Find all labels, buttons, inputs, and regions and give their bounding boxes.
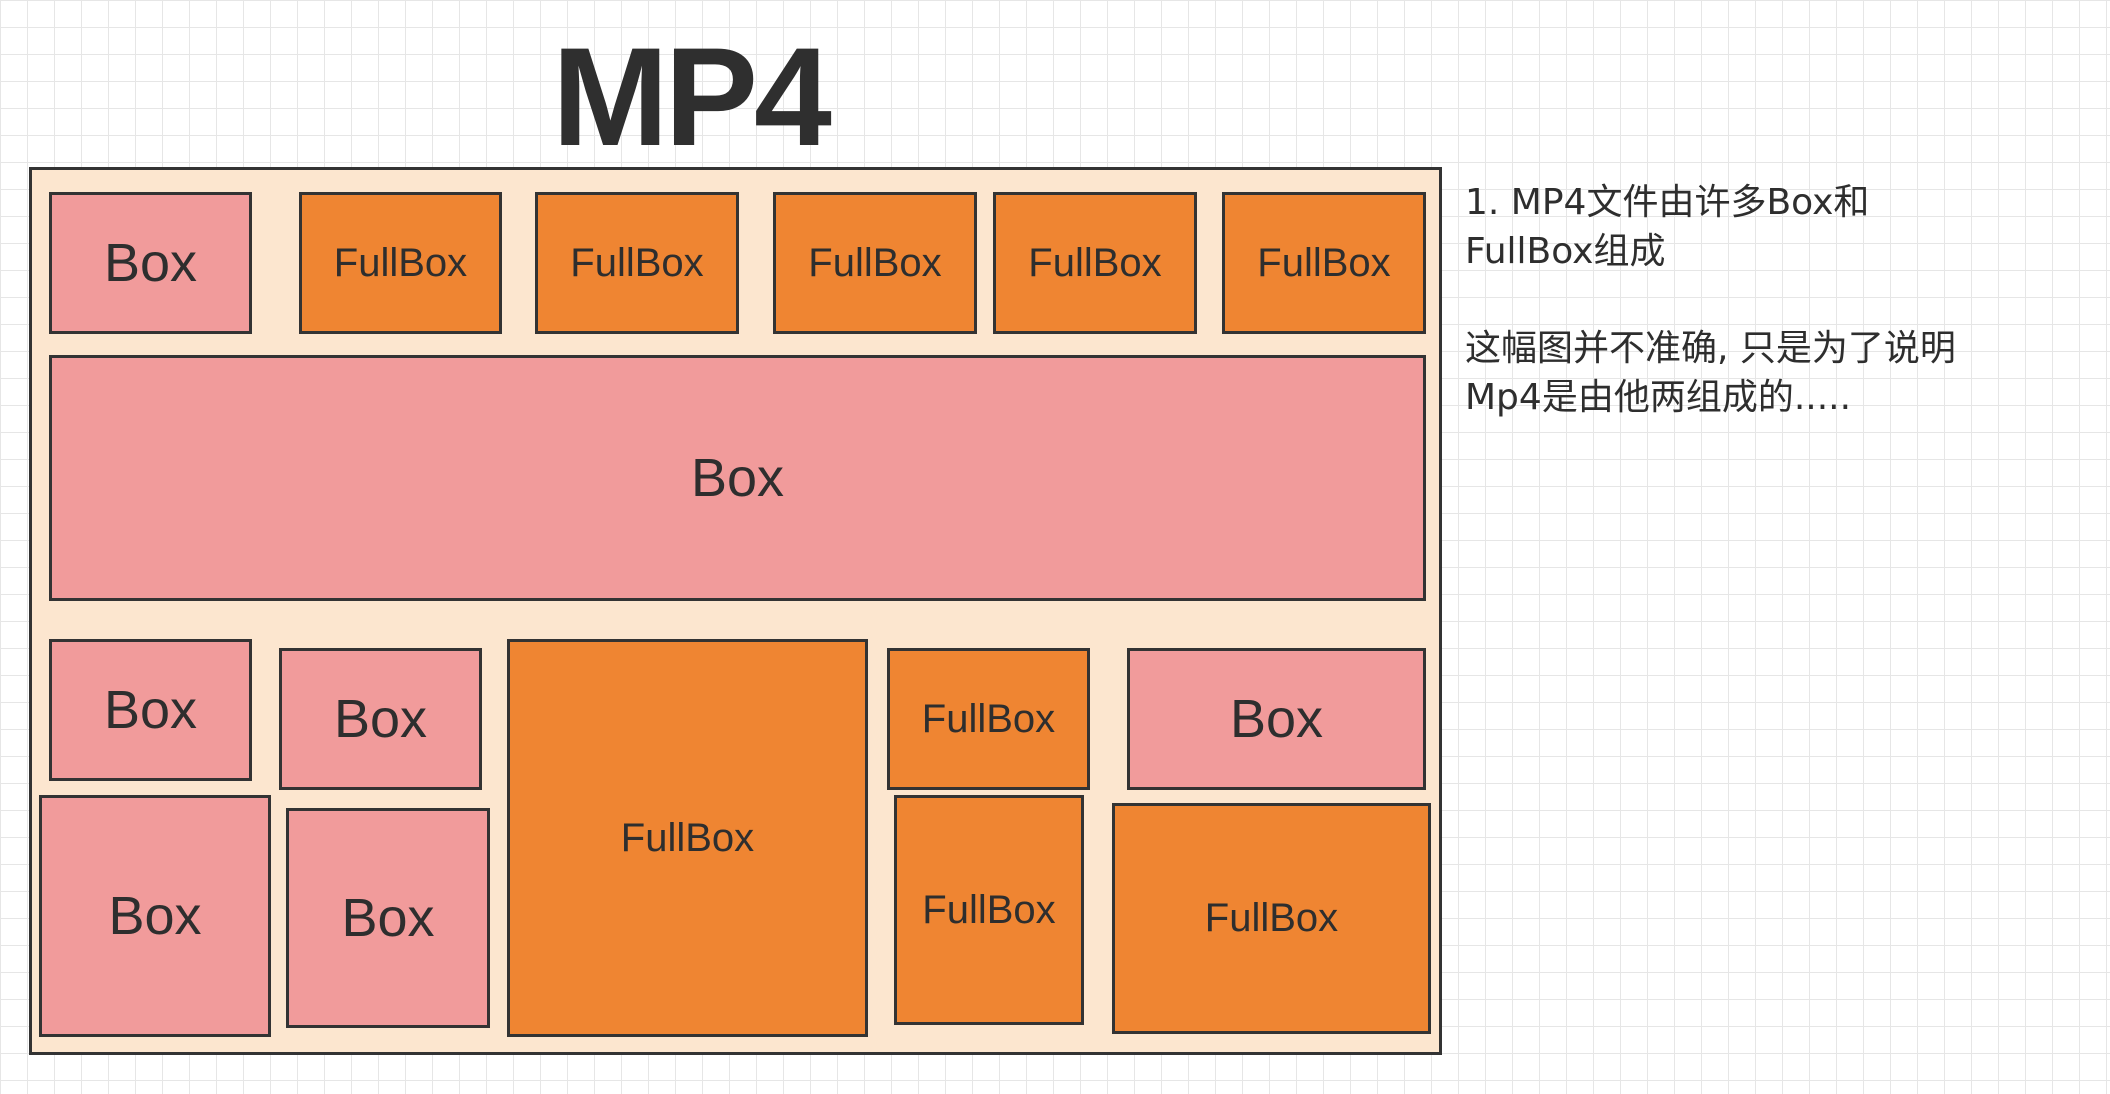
box-lower-1: Box — [49, 639, 252, 781]
note-disclaimer-line2: Mp4是由他两组成的..... — [1465, 377, 1852, 418]
fullbox-top-3: FullBox — [773, 192, 977, 334]
box-bottom-2: Box — [286, 808, 490, 1028]
fullbox-top-4: FullBox — [993, 192, 1197, 334]
note-disclaimer: 这幅图并不准确, 只是为了说明 Mp4是由他两组成的..... — [1465, 324, 2085, 422]
note-composition-line1: 1. MP4文件由许多Box和 — [1465, 182, 1870, 223]
box-bottom-1: Box — [39, 795, 271, 1037]
fullbox-top-5: FullBox — [1222, 192, 1426, 334]
box-wide: Box — [49, 355, 1426, 601]
fullbox-tall: FullBox — [507, 639, 868, 1037]
note-composition-line2: FullBox组成 — [1465, 231, 1666, 272]
mp4-container: Box FullBox FullBox FullBox FullBox Full… — [29, 167, 1442, 1055]
diagram-title: MP4 — [552, 18, 832, 175]
fullbox-bottom-1: FullBox — [894, 795, 1084, 1025]
box-lower-2: Box — [279, 648, 482, 790]
fullbox-bottom-2: FullBox — [1112, 803, 1431, 1034]
box-top-1: Box — [49, 192, 252, 334]
fullbox-lower-1: FullBox — [887, 648, 1090, 790]
note-composition: 1. MP4文件由许多Box和 FullBox组成 — [1465, 178, 2085, 276]
fullbox-top-2: FullBox — [535, 192, 739, 334]
fullbox-top-1: FullBox — [299, 192, 502, 334]
box-lower-3: Box — [1127, 648, 1426, 790]
note-disclaimer-line1: 这幅图并不准确, 只是为了说明 — [1465, 328, 1956, 369]
